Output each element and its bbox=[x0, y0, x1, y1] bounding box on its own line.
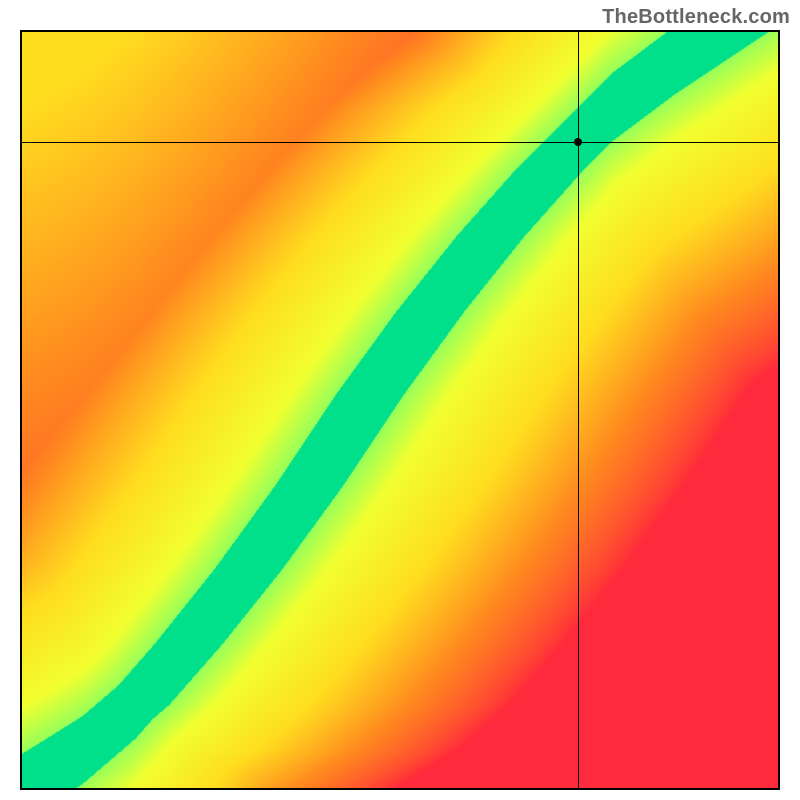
heatmap-canvas bbox=[22, 32, 778, 788]
heatmap-frame bbox=[20, 30, 780, 790]
attribution-text: TheBottleneck.com bbox=[602, 6, 790, 29]
